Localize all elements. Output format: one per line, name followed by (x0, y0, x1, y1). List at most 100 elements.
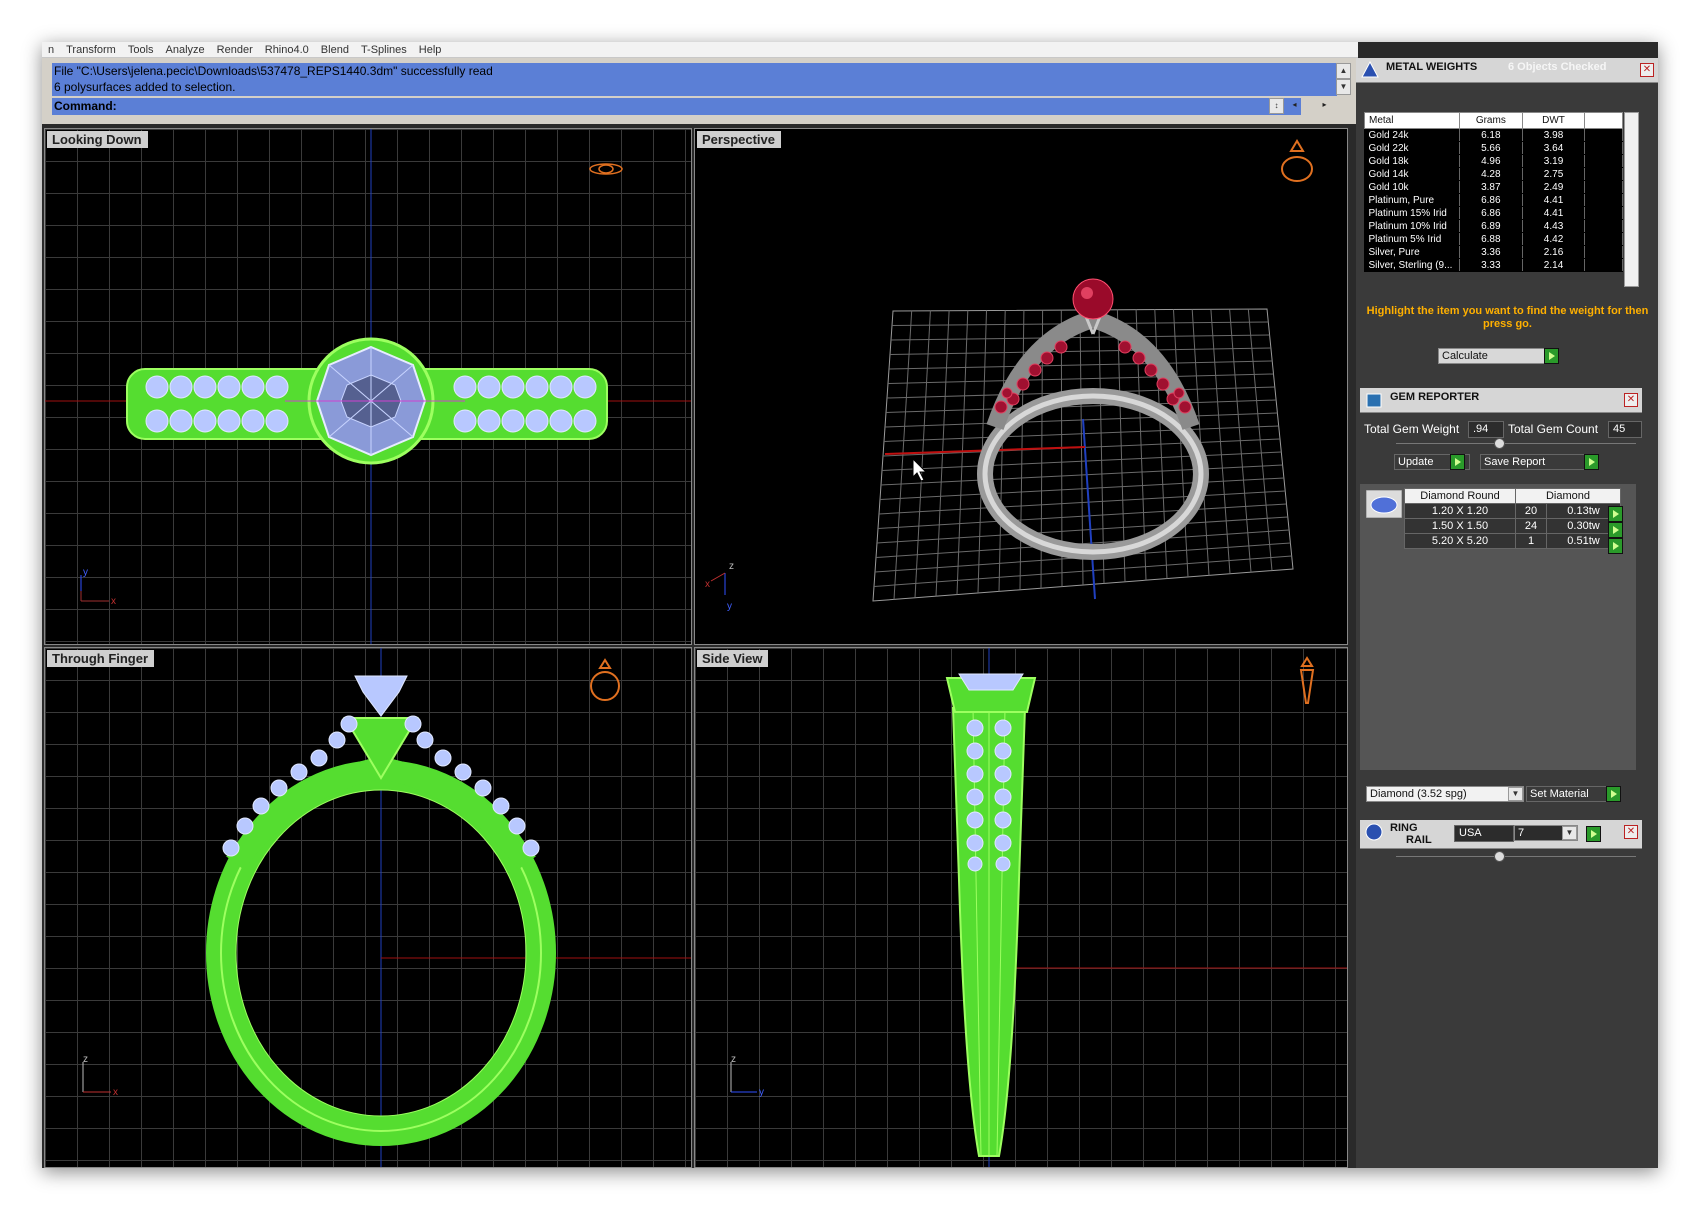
viewport-side-view[interactable]: z y Side View (694, 647, 1348, 1168)
close-icon[interactable]: ✕ (1624, 825, 1638, 839)
table-row[interactable]: Gold 22k 5.66 3.64 (1364, 141, 1623, 155)
ring-rail-title-line2: RAIL (1406, 834, 1432, 846)
viewport-looking-down[interactable]: y x Looking Down (44, 128, 692, 645)
table-row[interactable]: Gold 10k 3.87 2.49 (1364, 180, 1623, 194)
arrow-left-icon[interactable]: ◂ (1288, 98, 1301, 112)
chevron-down-icon[interactable]: ▼ (1508, 787, 1523, 801)
grams-value: 6.86 (1459, 193, 1523, 207)
scroll-up-icon[interactable]: ▲ (1336, 63, 1351, 79)
dwt-value: 4.41 (1522, 193, 1586, 207)
menu-render[interactable]: Render (211, 43, 259, 57)
table-row[interactable]: Platinum 10% Irid 6.89 4.43 (1364, 219, 1623, 233)
dwt-value: 4.43 (1522, 219, 1586, 233)
table-row[interactable]: 1.20 X 1.20 20 0.13tw (1404, 503, 1621, 519)
ring-perspective-render: z x y (705, 139, 1313, 612)
grams-value: 3.36 (1459, 245, 1523, 259)
table-row[interactable]: Platinum, Pure 6.86 4.41 (1364, 193, 1623, 207)
table-row[interactable]: Platinum 5% Irid 6.88 4.42 (1364, 232, 1623, 246)
command-input[interactable]: Command: (52, 98, 1301, 115)
menu-tsplines[interactable]: T-Splines (355, 43, 413, 57)
menu-blend[interactable]: Blend (315, 43, 355, 57)
metal-table-scrollbar[interactable] (1624, 112, 1639, 287)
table-row[interactable]: Silver, Sterling (9... 3.33 2.14 (1364, 258, 1623, 272)
dwt-value: 4.41 (1522, 206, 1586, 220)
viewport-title-looking-down[interactable]: Looking Down (47, 131, 148, 148)
menu-analyze[interactable]: Analyze (160, 43, 211, 57)
scroll-down-icon[interactable]: ▼ (1336, 79, 1351, 95)
update-go-button[interactable] (1450, 454, 1465, 470)
calculate-dropdown[interactable]: Calculate (1438, 348, 1546, 364)
viewport-perspective[interactable]: z x y Perspective (694, 128, 1348, 645)
total-gem-count-value: 45 (1608, 421, 1642, 438)
ring-rail-slider-knob[interactable] (1494, 851, 1505, 862)
gem-size: 5.20 X 5.20 (1404, 533, 1516, 549)
diamond-round-icon (1366, 490, 1402, 518)
history-line: File "C:\Users\jelena.pecic\Downloads\53… (54, 64, 493, 78)
metal-name: Gold 14k (1364, 167, 1460, 181)
metal-name: Silver, Pure (1364, 245, 1460, 259)
close-icon[interactable]: ✕ (1640, 63, 1654, 77)
column-header-dwt[interactable]: DWT (1521, 112, 1586, 129)
ring-size-country[interactable]: USA (1454, 825, 1514, 842)
gem-size: 1.50 X 1.50 (1404, 518, 1516, 534)
material-select[interactable]: Diamond (3.52 spg) (1366, 786, 1524, 802)
metal-weights-header: METAL WEIGHTS 6 Objects Checked ✕ (1356, 58, 1658, 83)
axis-y-label: y (727, 601, 732, 612)
table-row[interactable]: Platinum 15% Irid 6.86 4.41 (1364, 206, 1623, 220)
menu-help[interactable]: Help (413, 43, 448, 57)
save-report-button-label[interactable]: Save Report (1480, 454, 1598, 470)
command-area: File "C:\Users\jelena.pecic\Downloads\53… (42, 58, 1358, 124)
spin-icon[interactable]: ↕ (1269, 98, 1284, 114)
viewport-title-perspective[interactable]: Perspective (697, 131, 781, 148)
history-line: 6 polysurfaces added to selection. (54, 80, 236, 94)
gem-count: 20 (1515, 503, 1547, 519)
gem-row-go-button[interactable] (1608, 506, 1623, 522)
chevron-down-icon[interactable]: ▼ (1562, 826, 1577, 840)
gem-shape-header: Diamond Round (1404, 488, 1516, 504)
gem-count: 24 (1515, 518, 1547, 534)
table-row[interactable]: 1.50 X 1.50 24 0.30tw (1404, 518, 1621, 534)
ring-rail-header: RING RAIL USA 7 ▼ ✕ (1360, 820, 1642, 849)
table-row[interactable]: Silver, Pure 3.36 2.16 (1364, 245, 1623, 259)
metal-weights-table: Metal Grams DWT Gold 24k 6.18 3.98 Gold 22… (1364, 112, 1623, 272)
ring-top-wireframe: y x (45, 129, 691, 644)
grams-value: 5.66 (1459, 141, 1523, 155)
calculate-go-button[interactable] (1544, 348, 1559, 364)
column-header-grams[interactable]: Grams (1458, 112, 1523, 129)
gem-row-go-button[interactable] (1608, 538, 1623, 554)
objects-checked-status: 6 Objects Checked (1508, 61, 1607, 73)
table-row[interactable]: Gold 14k 4.28 2.75 (1364, 167, 1623, 181)
total-gem-weight-value: .94 (1468, 421, 1504, 438)
gem-row-go-button[interactable] (1608, 522, 1623, 538)
menu-tools[interactable]: Tools (122, 43, 160, 57)
viewport-title-through-finger[interactable]: Through Finger (47, 650, 155, 667)
menu-transform[interactable]: Transform (60, 43, 122, 57)
axis-y-label: y (759, 1087, 764, 1098)
close-icon[interactable]: ✕ (1624, 393, 1638, 407)
save-report-go-button[interactable] (1584, 454, 1599, 470)
axis-x-label: x (111, 596, 116, 607)
ring-rail-title-line1: RING (1390, 822, 1418, 834)
menu-rhino[interactable]: Rhino4.0 (259, 43, 315, 57)
menu-bar: n Transform Tools Analyze Render Rhino4.0 Blen… (42, 42, 1358, 58)
set-material-go-button[interactable] (1606, 786, 1621, 802)
column-header-metal[interactable]: Metal (1364, 112, 1460, 129)
plugin-panel: METAL WEIGHTS 6 Objects Checked ✕ Metal … (1356, 58, 1658, 1168)
table-row[interactable]: Gold 24k 6.18 3.98 (1364, 128, 1623, 142)
app-window: n Transform Tools Analyze Render Rhino4.0 Blen… (42, 42, 1658, 1168)
gem-slider-knob[interactable] (1494, 438, 1505, 449)
table-row[interactable]: 5.20 X 5.20 1 0.51tw (1404, 533, 1621, 549)
dwt-value: 3.64 (1522, 141, 1586, 155)
ring-rail-go-button[interactable] (1586, 826, 1601, 842)
metal-weights-hint: Highlight the item you want to find the … (1366, 305, 1649, 330)
gem-count: 1 (1515, 533, 1547, 549)
menu-item[interactable]: n (42, 43, 60, 57)
viewport-through-finger[interactable]: z x Through Finger (44, 647, 692, 1168)
viewport-title-side-view[interactable]: Side View (697, 650, 769, 667)
metal-name: Gold 18k (1364, 154, 1460, 168)
grams-value: 3.87 (1459, 180, 1523, 194)
table-row[interactable]: Gold 18k 4.96 3.19 (1364, 154, 1623, 168)
metal-weights-icon (1361, 60, 1379, 78)
gem-table: Diamond Round Diamond 1.20 X 1.20 20 0.13tw… (1404, 488, 1621, 549)
arrow-right-icon[interactable]: ▸ (1318, 98, 1331, 112)
